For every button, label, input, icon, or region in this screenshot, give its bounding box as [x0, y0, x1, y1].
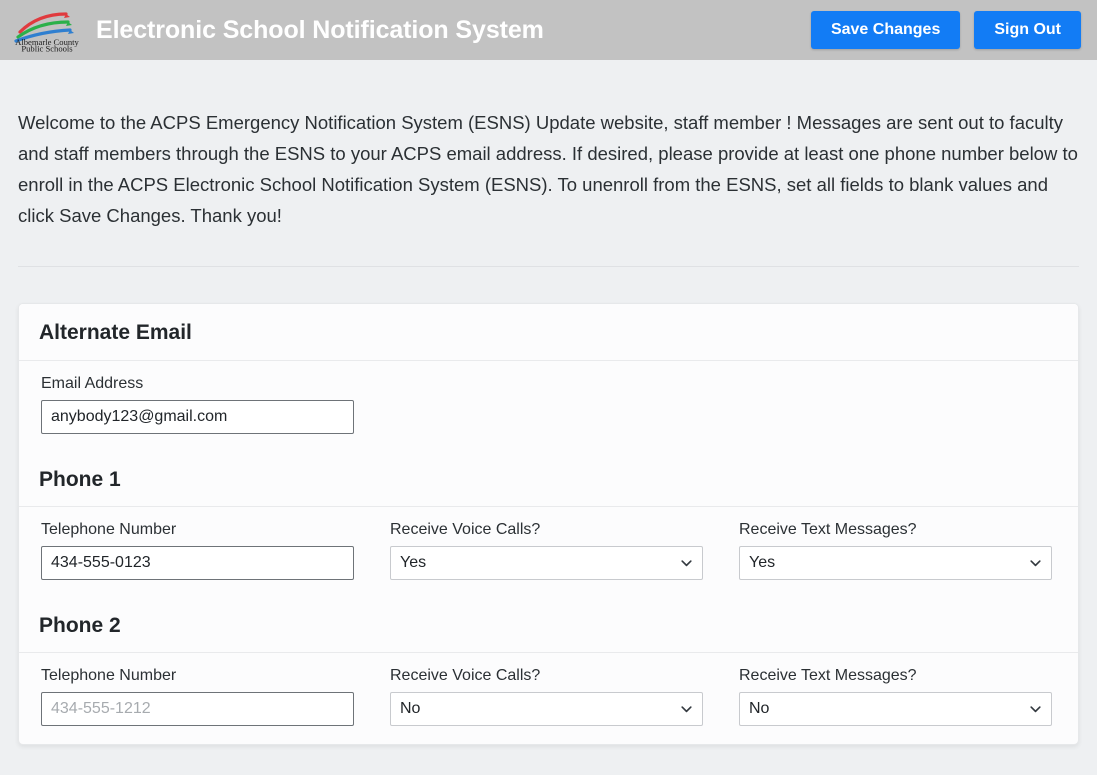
phone2-header: Phone 2	[19, 597, 1078, 653]
header-actions: Save Changes Sign Out	[810, 11, 1081, 49]
phone2-voice-select[interactable]: No	[390, 691, 703, 726]
phone1-header: Phone 1	[19, 451, 1078, 507]
phone2-text-label: Receive Text Messages?	[739, 666, 917, 684]
alternate-email-row: Email Address	[41, 374, 1056, 434]
phone2-text-select[interactable]: No	[739, 691, 1052, 726]
logo-line2: Public Schools	[21, 44, 73, 53]
phone2-text-select-wrap: No	[739, 691, 1052, 726]
phone1-telephone-input[interactable]	[41, 545, 354, 580]
phone1-voice-label: Receive Voice Calls?	[390, 520, 541, 538]
save-changes-button[interactable]: Save Changes	[810, 11, 961, 49]
phone1-voice-select-wrap: Yes	[390, 545, 703, 580]
phone2-row: Telephone Number Receive Voice Calls? No	[41, 666, 1056, 726]
phone1-voice-select[interactable]: Yes	[390, 545, 703, 580]
email-address-input[interactable]	[41, 399, 354, 434]
phone2-body: Telephone Number Receive Voice Calls? No	[19, 653, 1078, 744]
phone2-telephone-group: Telephone Number	[41, 666, 354, 726]
phone1-text-select-wrap: Yes	[739, 545, 1052, 580]
email-field-group: Email Address	[41, 374, 354, 434]
section-divider	[18, 265, 1079, 267]
phone2-voice-select-wrap: No	[390, 691, 703, 726]
acps-logo-icon: Albemarle County Public Schools	[8, 8, 86, 52]
alternate-email-heading: Alternate Email	[39, 320, 192, 344]
page-title: Electronic School Notification System	[96, 15, 544, 44]
alternate-email-body: Email Address	[19, 361, 1078, 452]
email-address-label: Email Address	[41, 374, 144, 392]
app-header: Albemarle County Public Schools Electron…	[0, 0, 1097, 60]
phone1-heading: Phone 1	[39, 467, 121, 491]
phone1-text-select[interactable]: Yes	[739, 545, 1052, 580]
phone1-voice-group: Receive Voice Calls? Yes	[390, 520, 703, 580]
phone1-telephone-group: Telephone Number	[41, 520, 354, 580]
phone1-body: Telephone Number Receive Voice Calls? Ye…	[19, 507, 1078, 598]
phone1-telephone-label: Telephone Number	[41, 520, 177, 538]
phone1-text-group: Receive Text Messages? Yes	[739, 520, 1052, 580]
intro-text: Welcome to the ACPS Emergency Notificati…	[18, 111, 1078, 226]
alternate-email-header: Alternate Email	[19, 303, 1078, 361]
phone2-telephone-label: Telephone Number	[41, 666, 177, 684]
phone2-text-group: Receive Text Messages? No	[739, 666, 1052, 726]
phone1-text-label: Receive Text Messages?	[739, 520, 917, 538]
sign-out-button[interactable]: Sign Out	[974, 11, 1081, 49]
phone2-voice-label: Receive Voice Calls?	[390, 666, 541, 684]
phone2-voice-group: Receive Voice Calls? No	[390, 666, 703, 726]
phone2-heading: Phone 2	[39, 613, 121, 637]
notification-settings-card: Alternate Email Email Address Phone 1 Te…	[18, 302, 1079, 745]
brand-group: Albemarle County Public Schools Electron…	[8, 8, 544, 52]
phone1-row: Telephone Number Receive Voice Calls? Ye…	[41, 520, 1056, 580]
page-container: Welcome to the ACPS Emergency Notificati…	[0, 79, 1097, 745]
phone2-telephone-input[interactable]	[41, 691, 354, 726]
